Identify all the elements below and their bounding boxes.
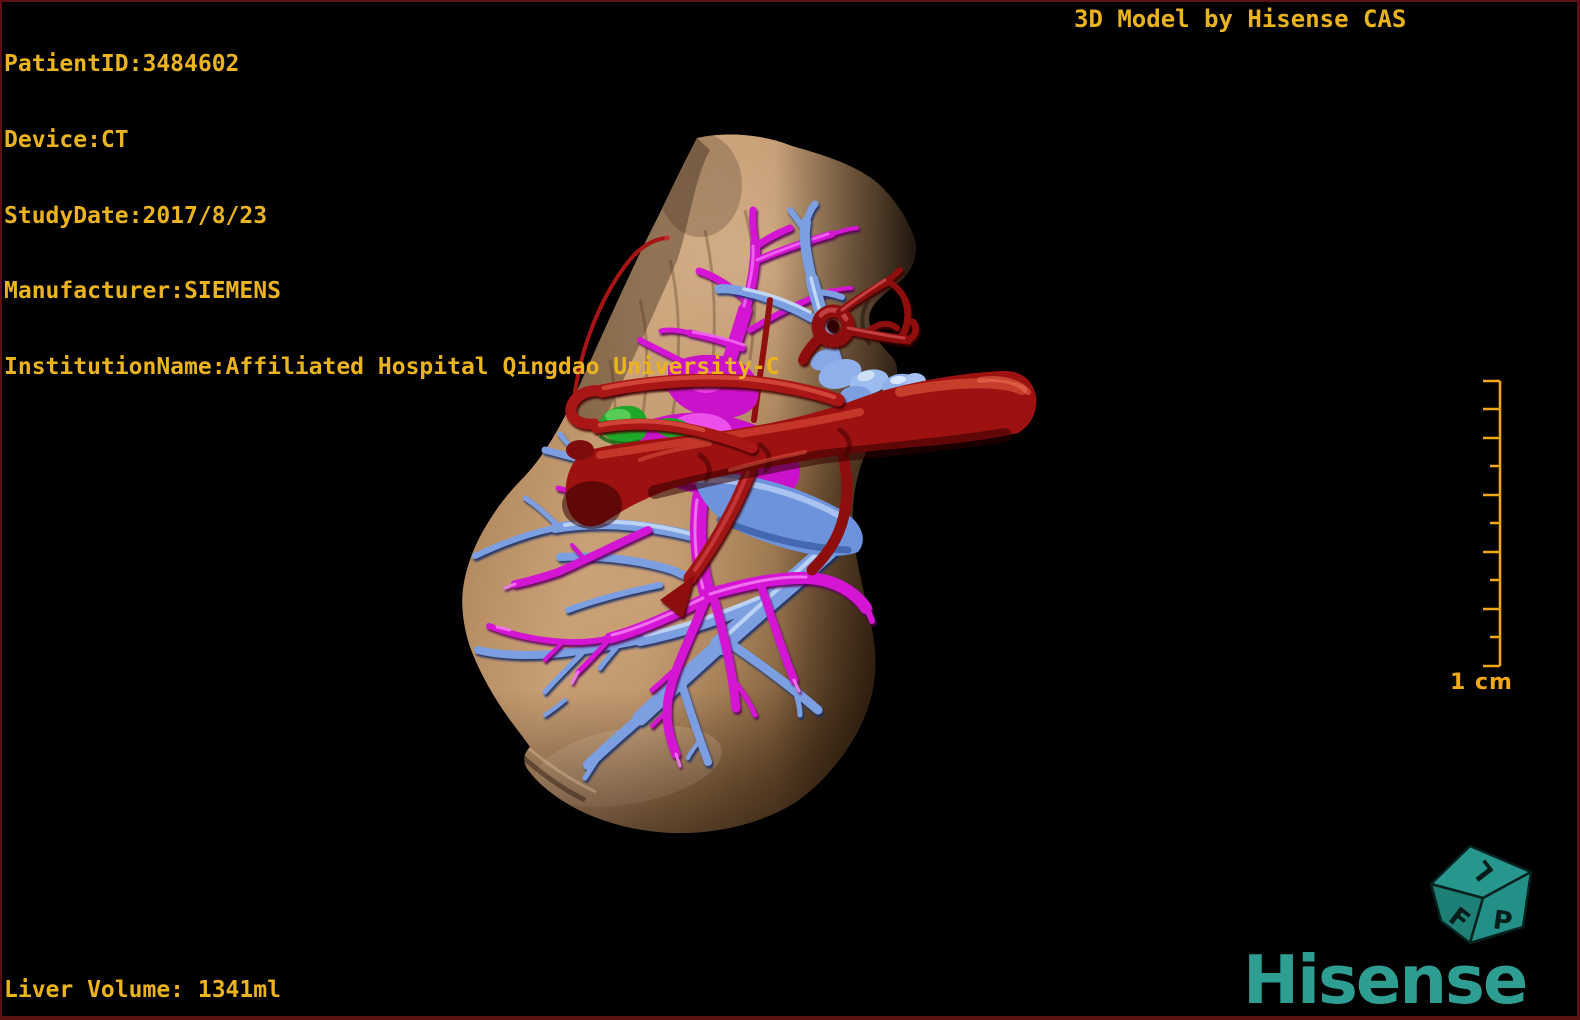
viewer-title: 3D Model by Hisense CAS (1074, 5, 1407, 33)
hisense-wordmark: Hisense (1243, 941, 1526, 1019)
scale-ruler (1483, 379, 1502, 668)
study-date-line: StudyDate:2017/8/23 (4, 202, 268, 229)
scale-ruler-label: 1 cm (1450, 670, 1513, 695)
artery-stub (566, 440, 594, 460)
liver-volume-label: Liver Volume: 1341ml (4, 977, 281, 1003)
institution-line: InstitutionName:Affiliated Hospital Qing… (4, 353, 780, 380)
manufacturer-line: Manufacturer:SIEMENS (4, 278, 281, 305)
orientation-cube[interactable]: F L P (1429, 844, 1533, 945)
cube-face-posterior: P (1491, 905, 1514, 937)
device-line: Device:CT (4, 127, 129, 154)
patient-info-block: PatientID:3484602 Device:CT StudyDate:20… (4, 2, 779, 430)
patient-id-line: PatientID:3484602 (4, 51, 240, 78)
cas-3d-viewer-window: 1 cm F L P Hisense PatientID:3484602 Dev… (0, 0, 1580, 1020)
